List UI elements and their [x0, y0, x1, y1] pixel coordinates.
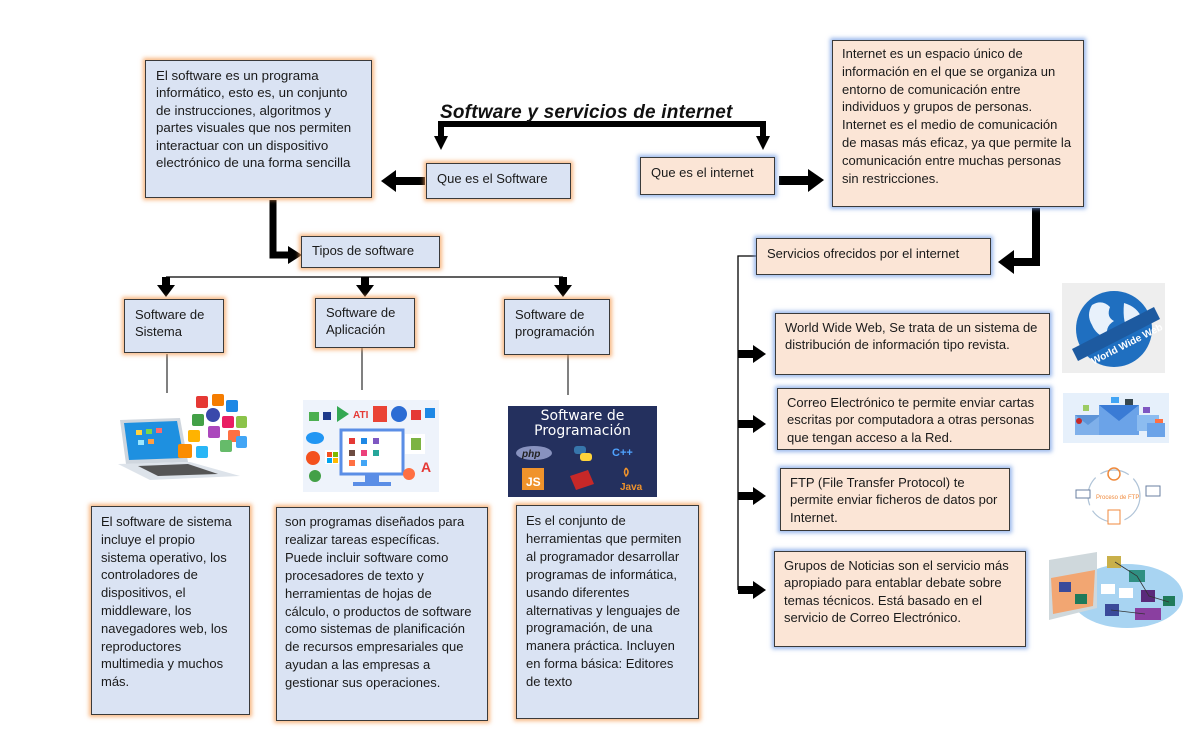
svg-text:Proceso de FTP: Proceso de FTP	[1096, 495, 1139, 501]
type-image-lines	[166, 348, 569, 395]
service-email: Correo Electrónico te permite enviar car…	[777, 388, 1050, 450]
software-sistema-description: El software de sistema incluye el propio…	[91, 506, 250, 715]
service-ftp: FTP (File Transfer Protocol) te permite …	[780, 468, 1010, 531]
svg-text:Java: Java	[620, 482, 643, 493]
types-branch	[157, 276, 572, 297]
svg-text:ATI: ATI	[353, 410, 369, 421]
svg-text:JS: JS	[526, 475, 541, 489]
arrow-to-internet-definition	[779, 169, 824, 192]
service-newsgroups: Grupos de Noticias son el servicio más a…	[774, 551, 1026, 647]
title-bracket-arrow	[434, 121, 770, 150]
arrow-to-services	[998, 208, 1040, 274]
ftp-process-image: Proceso de FTP	[1062, 466, 1168, 528]
application-icons-image: ATI A	[303, 400, 439, 492]
software-aplicacion-node: Software de Aplicación	[315, 298, 415, 348]
services-branch	[737, 255, 766, 599]
arrow-to-types	[269, 200, 302, 264]
servicios-internet-node: Servicios ofrecidos por el internet	[756, 238, 991, 275]
software-definition-box: El software es un programa informático, …	[145, 60, 372, 198]
email-envelopes-image	[1063, 393, 1169, 443]
diagram-title: Software y servicios de internet	[440, 102, 733, 123]
software-aplicacion-description: son programas diseñados para realizar ta…	[276, 507, 488, 721]
network-computers-image	[1045, 548, 1183, 628]
software-programacion-node: Software de programación	[504, 299, 610, 355]
que-es-internet-node: Que es el internet	[640, 157, 775, 195]
tipos-software-node: Tipos de software	[301, 236, 440, 268]
software-sistema-node: Software de Sistema	[124, 299, 224, 353]
svg-text:A: A	[421, 459, 431, 475]
que-es-software-node: Que es el Software	[426, 163, 571, 199]
world-wide-web-image: World Wide Web	[1062, 283, 1165, 373]
programming-languages-image: Software de Programación php C++ JS Java	[508, 406, 657, 497]
internet-definition-box: Internet es un espacio único de informac…	[832, 40, 1084, 207]
laptop-apps-image	[108, 392, 248, 484]
service-www: World Wide Web, Se trata de un sistema d…	[775, 313, 1050, 375]
svg-text:php: php	[521, 449, 540, 460]
arrow-to-software-definition	[381, 170, 425, 192]
software-programacion-description: Es el conjunto de herramientas que permi…	[516, 505, 699, 719]
svg-text:C++: C++	[612, 447, 633, 459]
